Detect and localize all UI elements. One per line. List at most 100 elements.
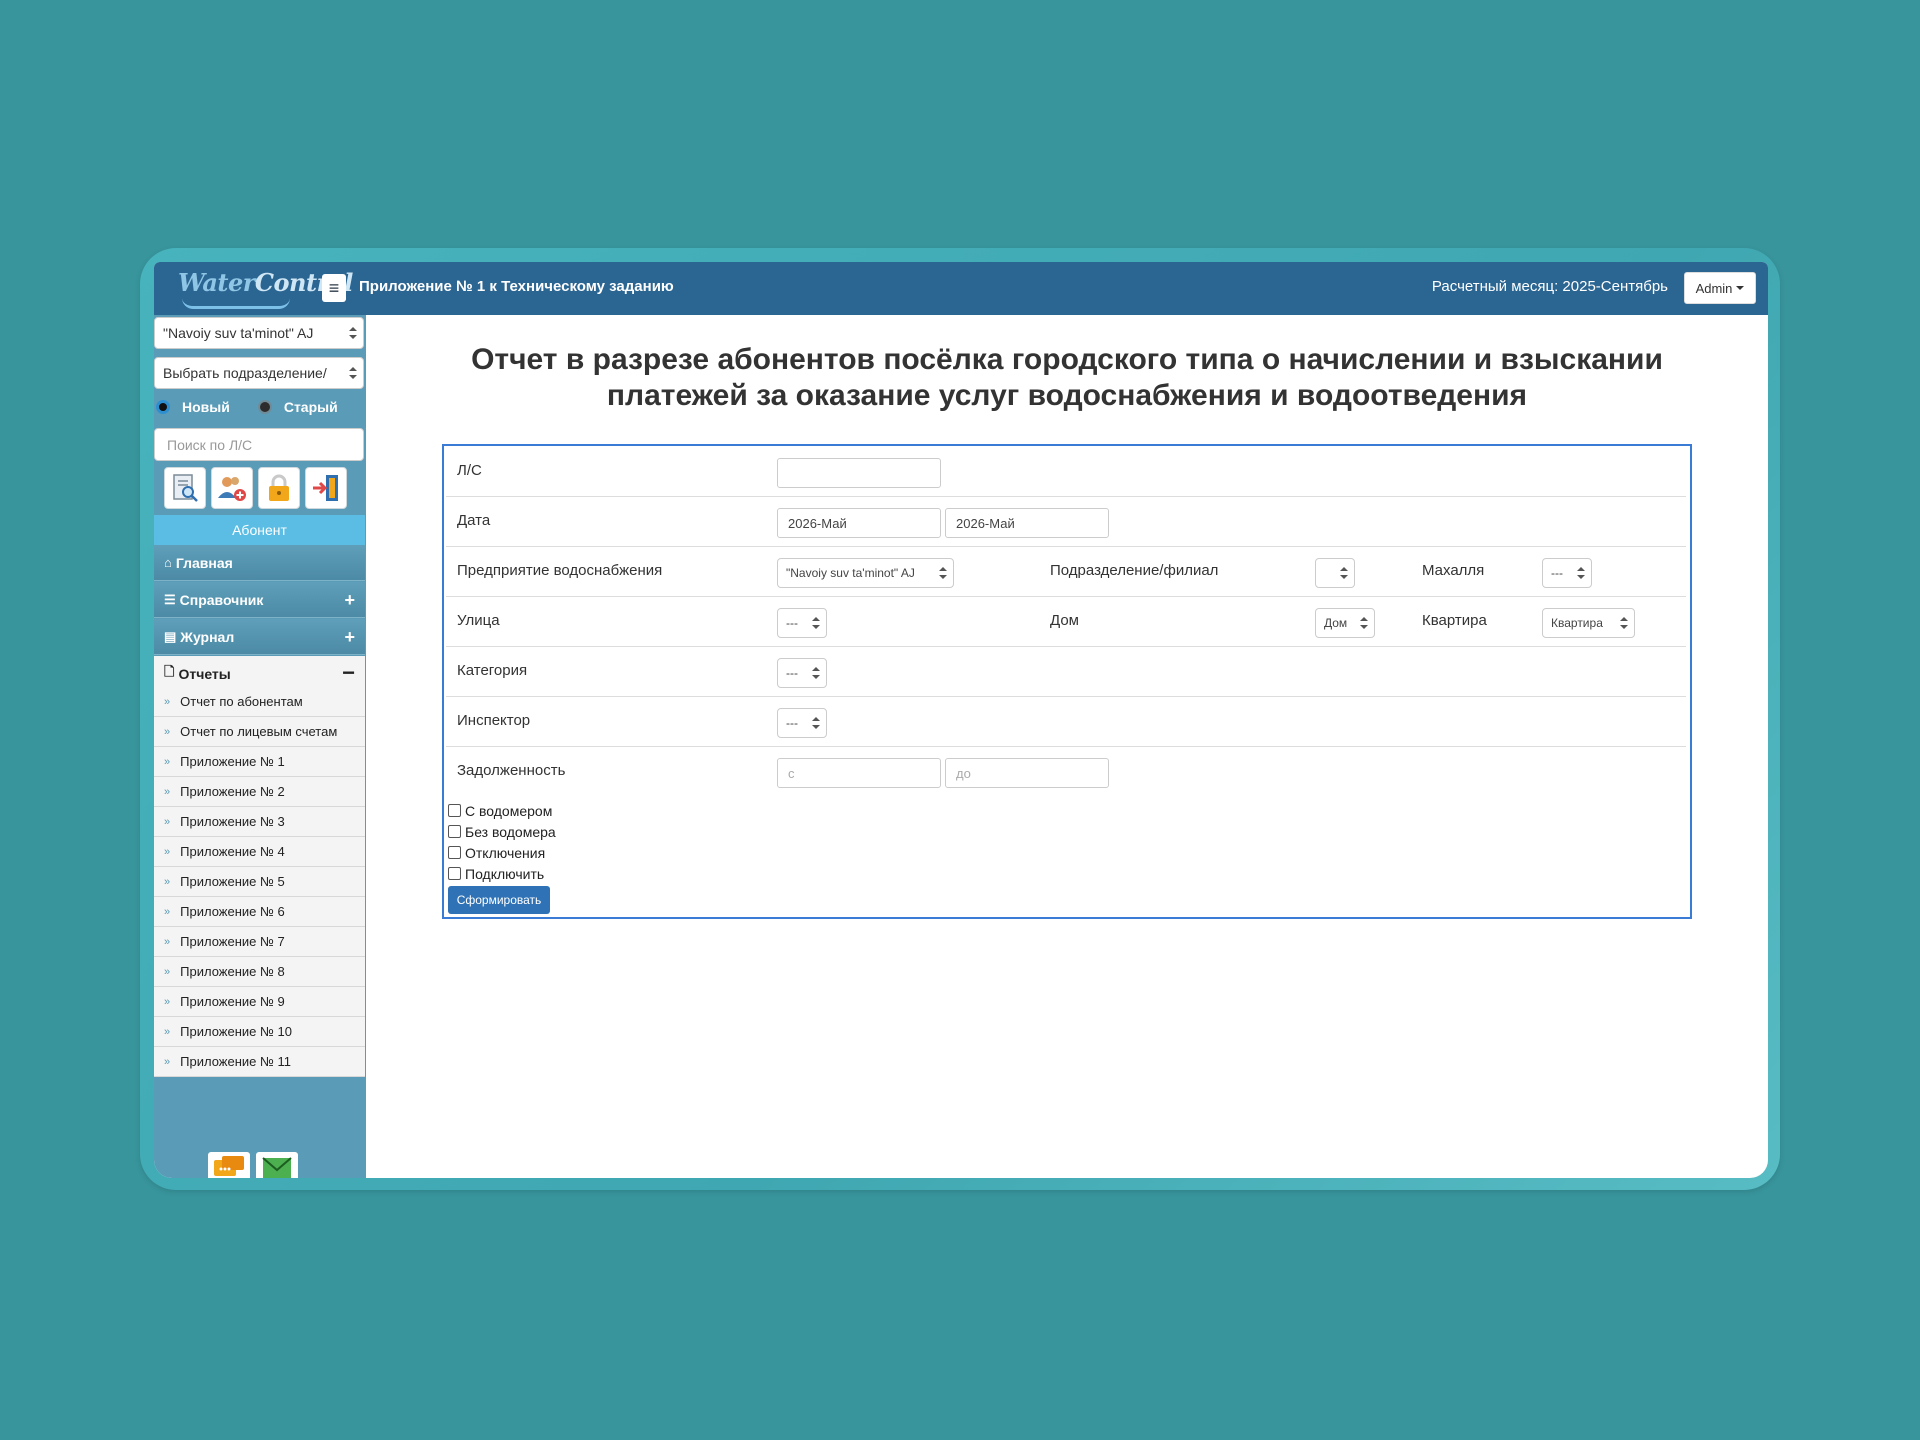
submenu-item-appendix-9[interactable]: » Приложение № 9 — [154, 987, 365, 1017]
radio-old[interactable] — [257, 400, 272, 414]
nav-item-journal[interactable]: ▤ Журнал + — [154, 619, 365, 655]
form-row-debt: Задолженность с до — [446, 746, 1686, 796]
submenu-item-label: Приложение № 2 — [180, 784, 285, 799]
filter-checkboxes: С водомером Без водомера Отключения Подк… — [448, 800, 556, 884]
mahalla-select[interactable]: --- — [1542, 558, 1592, 588]
checkbox-label: Отключения — [465, 844, 546, 861]
watercontrol-logo[interactable]: WaterControl — [178, 268, 353, 309]
ls-input[interactable] — [777, 458, 941, 488]
mahalla-select-value: --- — [1551, 566, 1563, 580]
select-arrows-icon — [812, 617, 820, 629]
search-ls-input[interactable]: Поиск по Л/С — [154, 428, 364, 461]
enterprise-select-field[interactable]: "Navoiy suv ta'minot" AJ — [777, 558, 954, 588]
bullet-icon: » — [164, 845, 171, 858]
debt-to-input[interactable]: до — [945, 758, 1109, 788]
select-arrows-icon — [1620, 617, 1628, 629]
submenu-item-label: Приложение № 10 — [180, 1024, 293, 1039]
submenu-item-appendix-7[interactable]: » Приложение № 7 — [154, 927, 365, 957]
add-user-button[interactable] — [211, 467, 253, 509]
debt-label: Задолженность — [457, 762, 566, 779]
enterprise-label: Предприятие водоснабжения — [457, 562, 663, 579]
checkbox[interactable] — [448, 846, 461, 859]
nav-item-home[interactable]: ⌂ Главная — [154, 545, 365, 581]
select-arrows-icon — [349, 367, 357, 379]
submenu-item-appendix-1[interactable]: » Приложение № 1 — [154, 747, 365, 777]
collapse-icon: − — [342, 660, 355, 685]
bullet-icon: » — [164, 1055, 171, 1068]
file-icon: 🗋 — [164, 663, 175, 679]
chat-button[interactable] — [208, 1152, 250, 1178]
radio-new[interactable] — [156, 400, 170, 414]
checkbox[interactable] — [448, 825, 461, 838]
ls-label: Л/С — [457, 462, 482, 479]
date-from-input[interactable]: 2026-Май — [777, 508, 941, 538]
abonent-button[interactable]: Абонент — [154, 515, 365, 545]
submenu-item-accounts-report[interactable]: » Отчет по лицевым счетам — [154, 717, 365, 747]
inspector-select[interactable]: --- — [777, 708, 827, 738]
form-row-enterprise: Предприятие водоснабжения "Navoiy suv ta… — [446, 546, 1686, 597]
radio-old-label: Старый — [283, 399, 338, 415]
submenu-item-label: Приложение № 4 — [180, 844, 285, 859]
submenu-item-appendix-5[interactable]: » Приложение № 5 — [154, 867, 365, 897]
nav-item-directory[interactable]: ☰ Справочник + — [154, 582, 365, 618]
submenu-item-abonents-report[interactable]: » Отчет по абонентам — [154, 687, 365, 717]
nav-item-label: Главная — [175, 554, 233, 571]
house-select-value: Дом — [1324, 616, 1348, 630]
checkbox-with-meter[interactable]: С водомером — [448, 800, 556, 821]
category-select-value: --- — [786, 666, 798, 680]
submenu-item-label: Отчет по абонентам — [180, 694, 303, 709]
checkbox-disconnections[interactable]: Отключения — [448, 842, 556, 863]
submenu-item-label: Приложение № 11 — [180, 1054, 292, 1069]
document-search-button[interactable] — [164, 467, 206, 509]
form-row-inspector: Инспектор --- — [446, 696, 1686, 747]
submenu-item-appendix-4[interactable]: » Приложение № 4 — [154, 837, 365, 867]
mail-icon — [262, 1157, 292, 1178]
abonent-type-radios: Новый Старый — [156, 395, 338, 419]
submenu-item-appendix-6[interactable]: » Приложение № 6 — [154, 897, 365, 927]
select-arrows-icon — [349, 327, 357, 339]
bullet-icon: » — [164, 905, 171, 918]
bullet-icon: » — [164, 995, 171, 1008]
select-arrows-icon — [939, 567, 947, 579]
select-arrows-icon — [812, 717, 820, 729]
user-menu-button[interactable]: Admin — [1684, 272, 1756, 304]
apartment-select-value: Квартира — [1551, 616, 1603, 630]
category-label: Категория — [457, 662, 528, 679]
category-select[interactable]: --- — [777, 658, 827, 688]
menu-toggle-icon[interactable]: ≡ — [322, 274, 346, 302]
street-select[interactable]: --- — [777, 608, 827, 638]
user-menu-label: Admin — [1695, 280, 1733, 296]
logo-text-water: Water — [178, 268, 255, 297]
submenu-item-appendix-10[interactable]: » Приложение № 10 — [154, 1017, 365, 1047]
checkbox-without-meter[interactable]: Без водомера — [448, 821, 556, 842]
nav-item-label: Отчеты — [178, 665, 231, 682]
checkbox[interactable] — [448, 867, 461, 880]
division-select-field[interactable] — [1315, 558, 1355, 588]
submenu-item-appendix-11[interactable]: » Приложение № 11 — [154, 1047, 365, 1077]
checkbox-connect[interactable]: Подключить — [448, 863, 556, 884]
logout-button[interactable] — [305, 467, 347, 509]
submenu-item-appendix-2[interactable]: » Приложение № 2 — [154, 777, 365, 807]
checkbox[interactable] — [448, 804, 461, 817]
generate-report-button[interactable]: Сформировать — [448, 886, 550, 914]
bullet-icon: » — [164, 1025, 171, 1038]
apartment-label: Квартира — [1422, 612, 1487, 629]
document-search-icon — [173, 474, 198, 502]
reports-submenu: » Отчет по абонентам » Отчет по лицевым сч… — [154, 687, 365, 1077]
enterprise-select-value: "Navoiy suv ta'minot" AJ — [163, 325, 314, 341]
division-select[interactable]: Выбрать подразделение/ — [154, 357, 364, 389]
house-select[interactable]: Дом — [1315, 608, 1375, 638]
enterprise-select[interactable]: "Navoiy suv ta'minot" AJ — [154, 317, 364, 349]
mail-button[interactable] — [256, 1152, 298, 1178]
page-title-line-2: платежей за оказание услуг водоснабжения… — [606, 379, 1528, 412]
report-filter-form: Л/С Дата 2026-Май 2026-Май Предприятие в… — [442, 444, 1692, 919]
submenu-item-appendix-8[interactable]: » Приложение № 8 — [154, 957, 365, 987]
debt-from-input[interactable]: с — [777, 758, 941, 788]
division-select-value: Выбрать подразделение/ — [163, 365, 327, 381]
bullet-icon: » — [164, 935, 171, 948]
lock-button[interactable] — [258, 467, 300, 509]
date-to-input[interactable]: 2026-Май — [945, 508, 1109, 538]
date-label: Дата — [457, 512, 491, 529]
apartment-select[interactable]: Квартира — [1542, 608, 1635, 638]
submenu-item-appendix-3[interactable]: » Приложение № 3 — [154, 807, 365, 837]
